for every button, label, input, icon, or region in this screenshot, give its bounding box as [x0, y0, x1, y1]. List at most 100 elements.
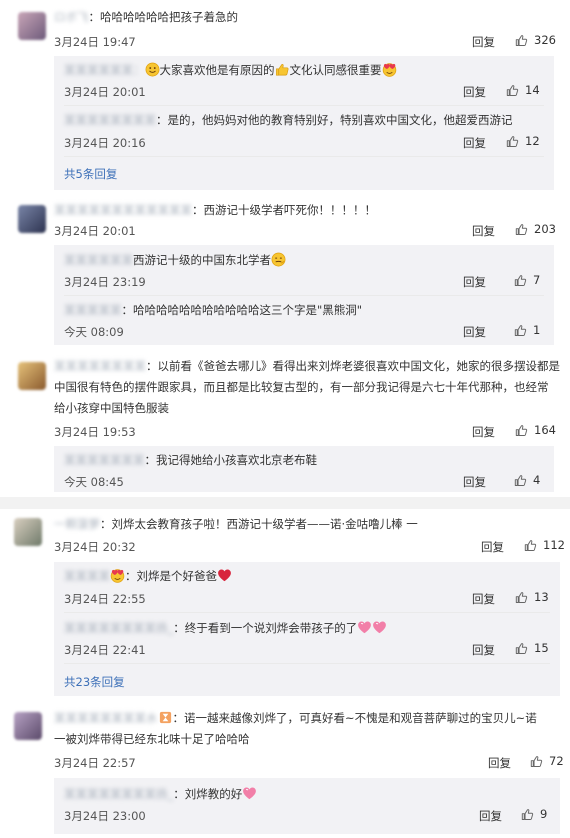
avatar[interactable]	[18, 205, 46, 233]
divider	[64, 612, 550, 613]
username[interactable]: 某某某某某某某某扬_	[64, 787, 173, 801]
username[interactable]: 某某某某某某某某	[64, 113, 156, 127]
panel-separator	[0, 497, 570, 509]
like-count: 326	[534, 33, 556, 47]
thumbs-up-icon	[514, 474, 527, 487]
reply-button[interactable]: 回复	[479, 808, 502, 824]
like-count: 13	[534, 590, 549, 604]
like-count: 1	[533, 323, 541, 337]
avatar[interactable]	[18, 362, 46, 390]
divider	[64, 663, 550, 664]
like-count: 12	[525, 134, 540, 148]
shrug-emoji-icon	[271, 252, 286, 267]
comment-text-line: 一被刘烨带得已经东北味十足了哈哈哈	[54, 732, 250, 746]
reply-button[interactable]: 回复	[463, 324, 486, 340]
reply-text: 某某某某某某某某：是的，他妈妈对他的教育特别好，特别喜欢中国文化，他超爱西游记	[64, 113, 513, 127]
comment-text: 某某某某某某某某水 ：诺一越来越像刘烨了，可真好看~不愧是和观音菩萨聊过的宝贝儿~…	[54, 711, 537, 725]
reply-button[interactable]: 回复	[472, 223, 495, 239]
comment-text-line: 给小孩穿中国特色服装	[54, 401, 169, 415]
divider	[64, 105, 544, 106]
reply-button[interactable]: 回复	[488, 755, 511, 771]
like-button[interactable]: 164	[515, 423, 556, 437]
like-button[interactable]: 13	[515, 590, 549, 604]
username[interactable]: 某某某某某	[64, 303, 122, 317]
thumbs-up-icon	[515, 34, 528, 47]
reply-text: 某某某某某某某某扬_：终于看到一个说刘烨会带孩子的了	[64, 618, 387, 639]
heart-icon	[217, 568, 232, 583]
username[interactable]: 某某某某某某某某某某某某	[54, 203, 192, 217]
blush-emoji-icon	[382, 62, 397, 77]
pink-heart-icon	[357, 620, 372, 635]
comment-text: ロボ飞：哈哈哈哈哈哈把孩子着急的	[54, 10, 238, 24]
username[interactable]: ロボ飞	[54, 10, 89, 24]
timestamp: 3月24日 23:19	[64, 275, 146, 289]
pink-heart-icon	[242, 786, 257, 801]
like-button[interactable]: 112	[524, 538, 565, 552]
like-count: 72	[549, 754, 564, 768]
reply-button[interactable]: 回复	[472, 591, 495, 607]
smile-emoji-icon	[145, 62, 160, 77]
timestamp: 3月24日 19:53	[54, 425, 136, 439]
timestamp: 3月24日 23:00	[64, 809, 146, 823]
like-count: 9	[540, 807, 548, 821]
reply-text: 某某某某 ：刘烨是个好爸爸	[64, 566, 232, 587]
comment-text: 某某某某某某某某某某某某：西游记十级学者吓死你！！！！！	[54, 203, 376, 217]
reply-button[interactable]: 回复	[463, 474, 486, 490]
blush-emoji-icon	[110, 568, 125, 583]
thumbs-up-icon	[515, 642, 528, 655]
pink-heart-icon	[372, 620, 387, 635]
username[interactable]: 某某某某某某：	[64, 63, 145, 77]
reply-button[interactable]: 回复	[481, 539, 504, 555]
timestamp: 3月24日 22:41	[64, 643, 146, 657]
comment-text-line: 中国很有特色的摆件跟家具，而且都是比较复古型的，有一部分我记得是六七十年代那种，…	[54, 380, 549, 394]
comment-panel: ロボ飞：哈哈哈哈哈哈把孩子着急的 3月24日 19:47 回复 326 某某某某…	[10, 0, 560, 496]
reply-button[interactable]: 回复	[472, 642, 495, 658]
username[interactable]: 某某某某某某某	[64, 453, 145, 467]
like-button[interactable]: 7	[514, 273, 540, 287]
like-button[interactable]: 203	[515, 222, 556, 236]
thumbs-up-icon	[506, 135, 519, 148]
avatar[interactable]	[18, 12, 46, 40]
reply-button[interactable]: 回复	[463, 84, 486, 100]
divider	[64, 156, 544, 157]
timestamp: 3月24日 22:57	[54, 756, 136, 770]
comment-panel: 一颗菠萝：刘烨太会教育孩子啦！西游记十级学者——诺·金咕噜儿棒 一 3月24日 …	[10, 510, 565, 838]
username[interactable]: 某某某某某某某某扬_	[64, 621, 173, 635]
thumbs-up-icon	[515, 591, 528, 604]
username[interactable]: 某某某某某某某某	[54, 359, 146, 373]
like-button[interactable]: 4	[514, 473, 540, 487]
like-count: 164	[534, 423, 556, 437]
like-count: 112	[543, 538, 565, 552]
like-button[interactable]: 12	[506, 134, 540, 148]
timestamp: 3月24日 20:16	[64, 136, 146, 150]
divider	[64, 295, 544, 296]
reply-button[interactable]: 回复	[472, 34, 495, 50]
more-replies-link[interactable]: 共23条回复	[64, 674, 125, 690]
like-button[interactable]: 1	[514, 323, 540, 337]
avatar[interactable]	[14, 518, 42, 546]
reply-button[interactable]: 回复	[463, 135, 486, 151]
reply-text: 某某某某某某某：我记得她给小孩喜欢北京老布鞋	[64, 453, 317, 467]
like-count: 14	[525, 83, 540, 97]
like-count: 4	[533, 473, 541, 487]
reply-text: 某某某某某某西游记十级的中国东北学者	[64, 250, 286, 271]
thumbs-up-icon	[524, 539, 537, 552]
comment-text: 一颗菠萝：刘烨太会教育孩子啦！西游记十级学者——诺·金咕噜儿棒 一	[54, 517, 418, 531]
avatar[interactable]	[14, 712, 42, 740]
reply-text: 某某某某某：哈哈哈哈哈哈哈哈哈哈哈这三个字是"黑熊洞"	[64, 303, 363, 317]
reply-button[interactable]: 回复	[472, 424, 495, 440]
like-button[interactable]: 72	[530, 754, 564, 768]
reply-button[interactable]: 回复	[463, 274, 486, 290]
thumbs-up-icon	[521, 808, 534, 821]
like-count: 7	[533, 273, 541, 287]
like-button[interactable]: 15	[515, 641, 549, 655]
like-button[interactable]: 14	[506, 83, 540, 97]
like-button[interactable]: 9	[521, 807, 547, 821]
username[interactable]: 某某某某某某某某水	[54, 711, 158, 725]
username[interactable]: 一颗菠萝	[54, 517, 100, 531]
username[interactable]: 某某某某某某	[64, 253, 133, 267]
username[interactable]: 某某某某	[64, 569, 110, 583]
thumbs-up-icon	[506, 84, 519, 97]
like-button[interactable]: 326	[515, 33, 556, 47]
more-replies-link[interactable]: 共5条回复	[64, 166, 117, 182]
